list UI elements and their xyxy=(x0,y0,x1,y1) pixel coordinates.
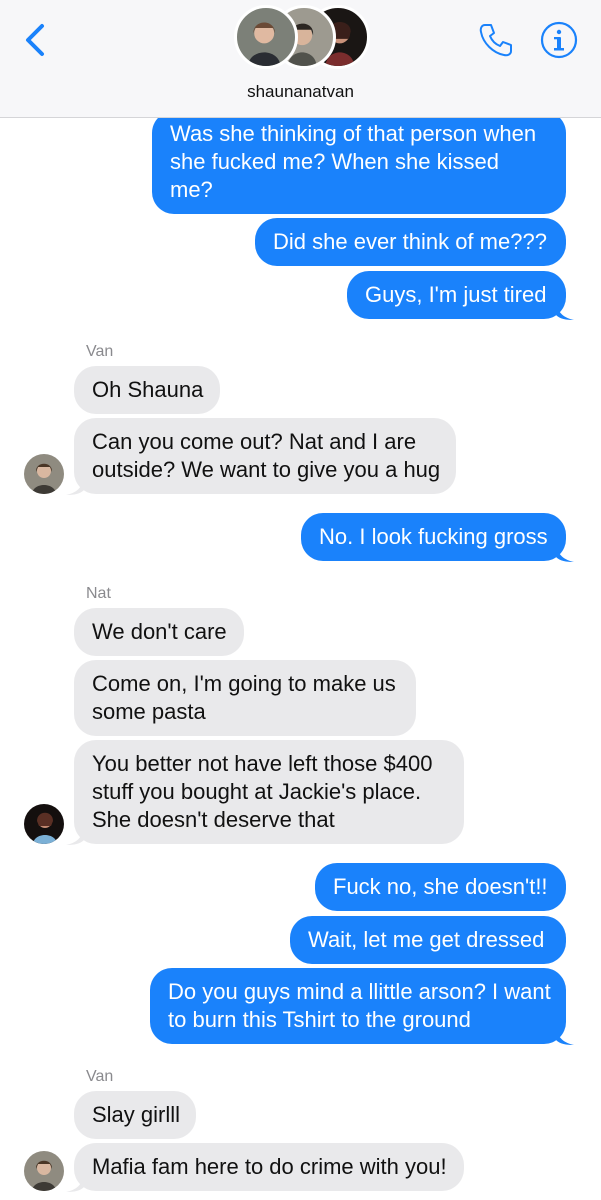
message-text: to burn this Tshirt to the ground xyxy=(168,1007,471,1032)
group-avatars[interactable] xyxy=(234,5,374,73)
message-incoming[interactable]: Slay girlll xyxy=(74,1091,196,1139)
message-thread[interactable]: Was she thinking of that person when she… xyxy=(0,117,601,1200)
back-chevron-icon[interactable] xyxy=(20,22,50,58)
message-text: Fuck no, she doesn't!! xyxy=(333,874,548,899)
sender-avatar-van[interactable] xyxy=(24,454,64,494)
message-text: she fucked me? When she kissed xyxy=(170,149,499,174)
message-text: Mafia fam here to do crime with you! xyxy=(92,1154,447,1179)
sender-name: Van xyxy=(86,1068,114,1085)
bubble-tail xyxy=(556,303,574,320)
sender-avatar-van[interactable] xyxy=(24,1151,64,1191)
message-incoming[interactable]: Come on, I'm going to make us some pasta xyxy=(74,660,416,736)
sender-name: Nat xyxy=(86,585,111,602)
message-text: No. I look fucking gross xyxy=(319,524,548,549)
message-text: stuff you bought at Jackie's place. xyxy=(92,779,422,804)
message-text: Can you come out? Nat and I are xyxy=(92,429,417,454)
message-text: Was she thinking of that person when xyxy=(170,121,537,146)
phone-icon[interactable] xyxy=(476,20,516,60)
message-incoming[interactable]: You better not have left those $400 stuf… xyxy=(74,740,464,844)
message-text: me? xyxy=(170,177,213,202)
message-outgoing[interactable]: Wait, let me get dressed xyxy=(290,916,566,964)
sender-name: Van xyxy=(86,343,114,360)
message-outgoing[interactable]: No. I look fucking gross xyxy=(301,513,566,561)
bubble-tail xyxy=(66,828,84,845)
message-text: outside? We want to give you a hug xyxy=(92,457,441,482)
message-text: Guys, I'm just tired xyxy=(365,282,547,307)
message-incoming[interactable]: Can you come out? Nat and I are outside?… xyxy=(74,418,456,494)
sender-avatar-nat[interactable] xyxy=(24,804,64,844)
info-icon[interactable] xyxy=(539,20,579,60)
avatar-shauna xyxy=(234,5,298,69)
conversation-title[interactable]: shaunanatvan xyxy=(0,82,601,102)
bubble-tail xyxy=(556,1028,574,1045)
bubble-tail xyxy=(66,1175,84,1192)
message-text: Do you guys mind a llittle arson? I want xyxy=(168,979,551,1004)
message-text: Come on, I'm going to make us xyxy=(92,671,396,696)
message-outgoing[interactable]: Was she thinking of that person when she… xyxy=(152,117,566,214)
message-incoming[interactable]: We don't care xyxy=(74,608,244,656)
message-text: some pasta xyxy=(92,699,206,724)
message-text: Oh Shauna xyxy=(92,377,204,402)
message-outgoing[interactable]: Guys, I'm just tired xyxy=(347,271,566,319)
message-text: You better not have left those $400 xyxy=(92,751,433,776)
message-text: Did she ever think of me??? xyxy=(273,229,547,254)
conversation-header: shaunanatvan xyxy=(0,0,601,118)
bubble-tail xyxy=(66,478,84,495)
message-text: She doesn't deserve that xyxy=(92,807,335,832)
message-text: Slay girlll xyxy=(92,1102,181,1127)
message-text: We don't care xyxy=(92,619,227,644)
message-incoming[interactable]: Oh Shauna xyxy=(74,366,220,414)
message-incoming[interactable]: Mafia fam here to do crime with you! xyxy=(74,1143,464,1191)
message-outgoing[interactable]: Do you guys mind a llittle arson? I want… xyxy=(150,968,566,1044)
message-outgoing[interactable]: Did she ever think of me??? xyxy=(255,218,566,266)
message-text: Wait, let me get dressed xyxy=(308,927,545,952)
bubble-tail xyxy=(556,545,574,562)
message-outgoing[interactable]: Fuck no, she doesn't!! xyxy=(315,863,566,911)
